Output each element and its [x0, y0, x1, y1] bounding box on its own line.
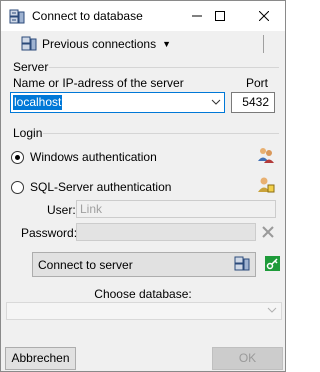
port-label: Port — [246, 76, 269, 90]
login-group-divider — [43, 133, 279, 134]
toolbar-separator — [263, 35, 264, 53]
database-connection-icon — [21, 36, 37, 51]
database-connection-icon — [9, 9, 25, 24]
user-input[interactable]: Link — [76, 200, 276, 218]
window-title: Connect to database — [32, 9, 143, 23]
connect-to-server-button[interactable]: Connect to server — [32, 252, 256, 277]
close-icon — [259, 11, 269, 21]
server-name-combobox[interactable]: localhost — [10, 92, 225, 113]
server-group-label: Server — [12, 60, 50, 74]
key-icon[interactable] — [265, 256, 280, 271]
sql-auth-radio[interactable] — [11, 180, 24, 194]
user-key-icon — [258, 177, 275, 193]
connect-dialog: Connect to database Previous connections… — [0, 0, 286, 372]
previous-connections-label: Previous connections — [42, 37, 157, 51]
user-label: User: — [47, 203, 76, 217]
connect-button-label: Connect to server — [38, 258, 133, 272]
close-button[interactable] — [247, 1, 281, 31]
server-name-label: Name or IP-adress of the server — [13, 76, 184, 90]
server-name-value: localhost — [13, 95, 63, 110]
previous-connections-button[interactable]: Previous connections ▼ — [21, 34, 171, 54]
users-icon — [258, 148, 274, 163]
server-group-divider — [47, 67, 279, 68]
windows-auth-radio-row[interactable]: Windows authentication — [11, 149, 157, 165]
maximize-icon — [215, 11, 225, 21]
minimize-icon — [192, 15, 202, 17]
cancel-button[interactable]: Abbrechen — [5, 347, 76, 370]
toolbar: Previous connections ▼ — [1, 31, 285, 57]
close-icon[interactable] — [259, 222, 277, 242]
title-bar: Connect to database — [1, 1, 285, 31]
ok-button[interactable]: OK — [212, 347, 283, 370]
sql-auth-label[interactable]: SQL-Server authentication — [30, 180, 171, 194]
password-label: Password: — [21, 226, 78, 240]
chevron-down-icon[interactable] — [267, 307, 277, 314]
chevron-down-icon: ▼ — [162, 39, 171, 49]
choose-database-label: Choose database: — [94, 287, 192, 301]
maximize-button[interactable] — [203, 1, 237, 31]
windows-auth-label[interactable]: Windows authentication — [30, 150, 157, 164]
sql-auth-radio-row[interactable]: SQL-Server authentication — [11, 179, 171, 195]
chevron-down-icon[interactable] — [211, 99, 221, 106]
database-select[interactable] — [6, 302, 282, 320]
windows-auth-radio[interactable] — [11, 150, 24, 164]
database-connection-icon — [234, 256, 250, 271]
login-group-label: Login — [12, 126, 44, 140]
password-input[interactable] — [76, 223, 256, 241]
port-input[interactable]: 5432 — [231, 92, 275, 113]
